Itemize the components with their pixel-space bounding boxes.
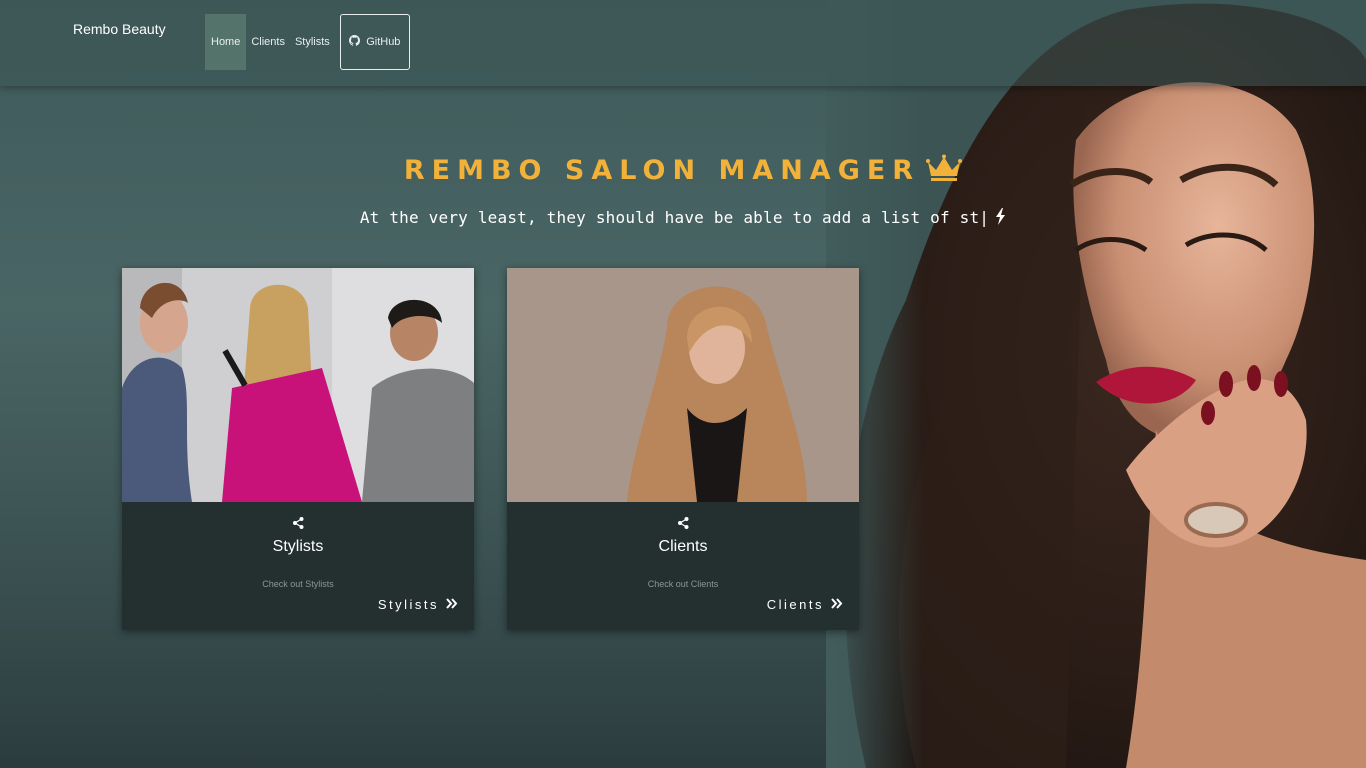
card-link-label: Clients <box>766 597 824 612</box>
navbar: Rembo Beauty Home Clients Stylists GitHu… <box>0 0 1366 86</box>
hero-title: REMBO SALON MANAGER <box>0 154 1366 189</box>
nav-links: Home Clients Stylists GitHub <box>205 14 410 70</box>
double-chevron-right-icon <box>446 597 458 612</box>
card-subtitle: Check out Stylists <box>262 579 334 589</box>
stylists-card: Stylists Check out Stylists Stylists <box>122 268 474 630</box>
github-label: GitHub <box>366 36 401 48</box>
hero-portrait-image <box>826 0 1366 768</box>
crown-icon <box>926 154 963 189</box>
stylists-photo <box>122 268 474 502</box>
typed-text: At the very least, they should have be a… <box>359 208 990 227</box>
nav-link-home[interactable]: Home <box>205 14 247 70</box>
clients-card-link[interactable]: Clients <box>767 597 843 612</box>
share-icon[interactable] <box>122 516 474 534</box>
typed-subtitle: At the very least, they should have be a… <box>0 208 1366 229</box>
card-link-label: Stylists <box>377 597 439 612</box>
github-icon <box>349 35 361 49</box>
double-chevron-right-icon <box>831 597 843 612</box>
nav-link-clients[interactable]: Clients <box>246 14 290 70</box>
card-title: Stylists <box>272 538 324 555</box>
clients-card: Clients Check out Clients Clients <box>507 268 859 630</box>
bolt-icon <box>995 208 1006 229</box>
hero-title-text: REMBO SALON MANAGER <box>403 155 921 186</box>
stylists-card-link[interactable]: Stylists <box>378 597 458 612</box>
clients-photo <box>507 268 859 502</box>
nav-link-stylists[interactable]: Stylists <box>290 14 335 70</box>
share-icon[interactable] <box>507 516 859 534</box>
github-button[interactable]: GitHub <box>339 14 410 70</box>
brand-link[interactable]: Rembo Beauty <box>73 21 166 37</box>
card-subtitle: Check out Clients <box>647 579 719 589</box>
card-title: Clients <box>658 538 708 555</box>
